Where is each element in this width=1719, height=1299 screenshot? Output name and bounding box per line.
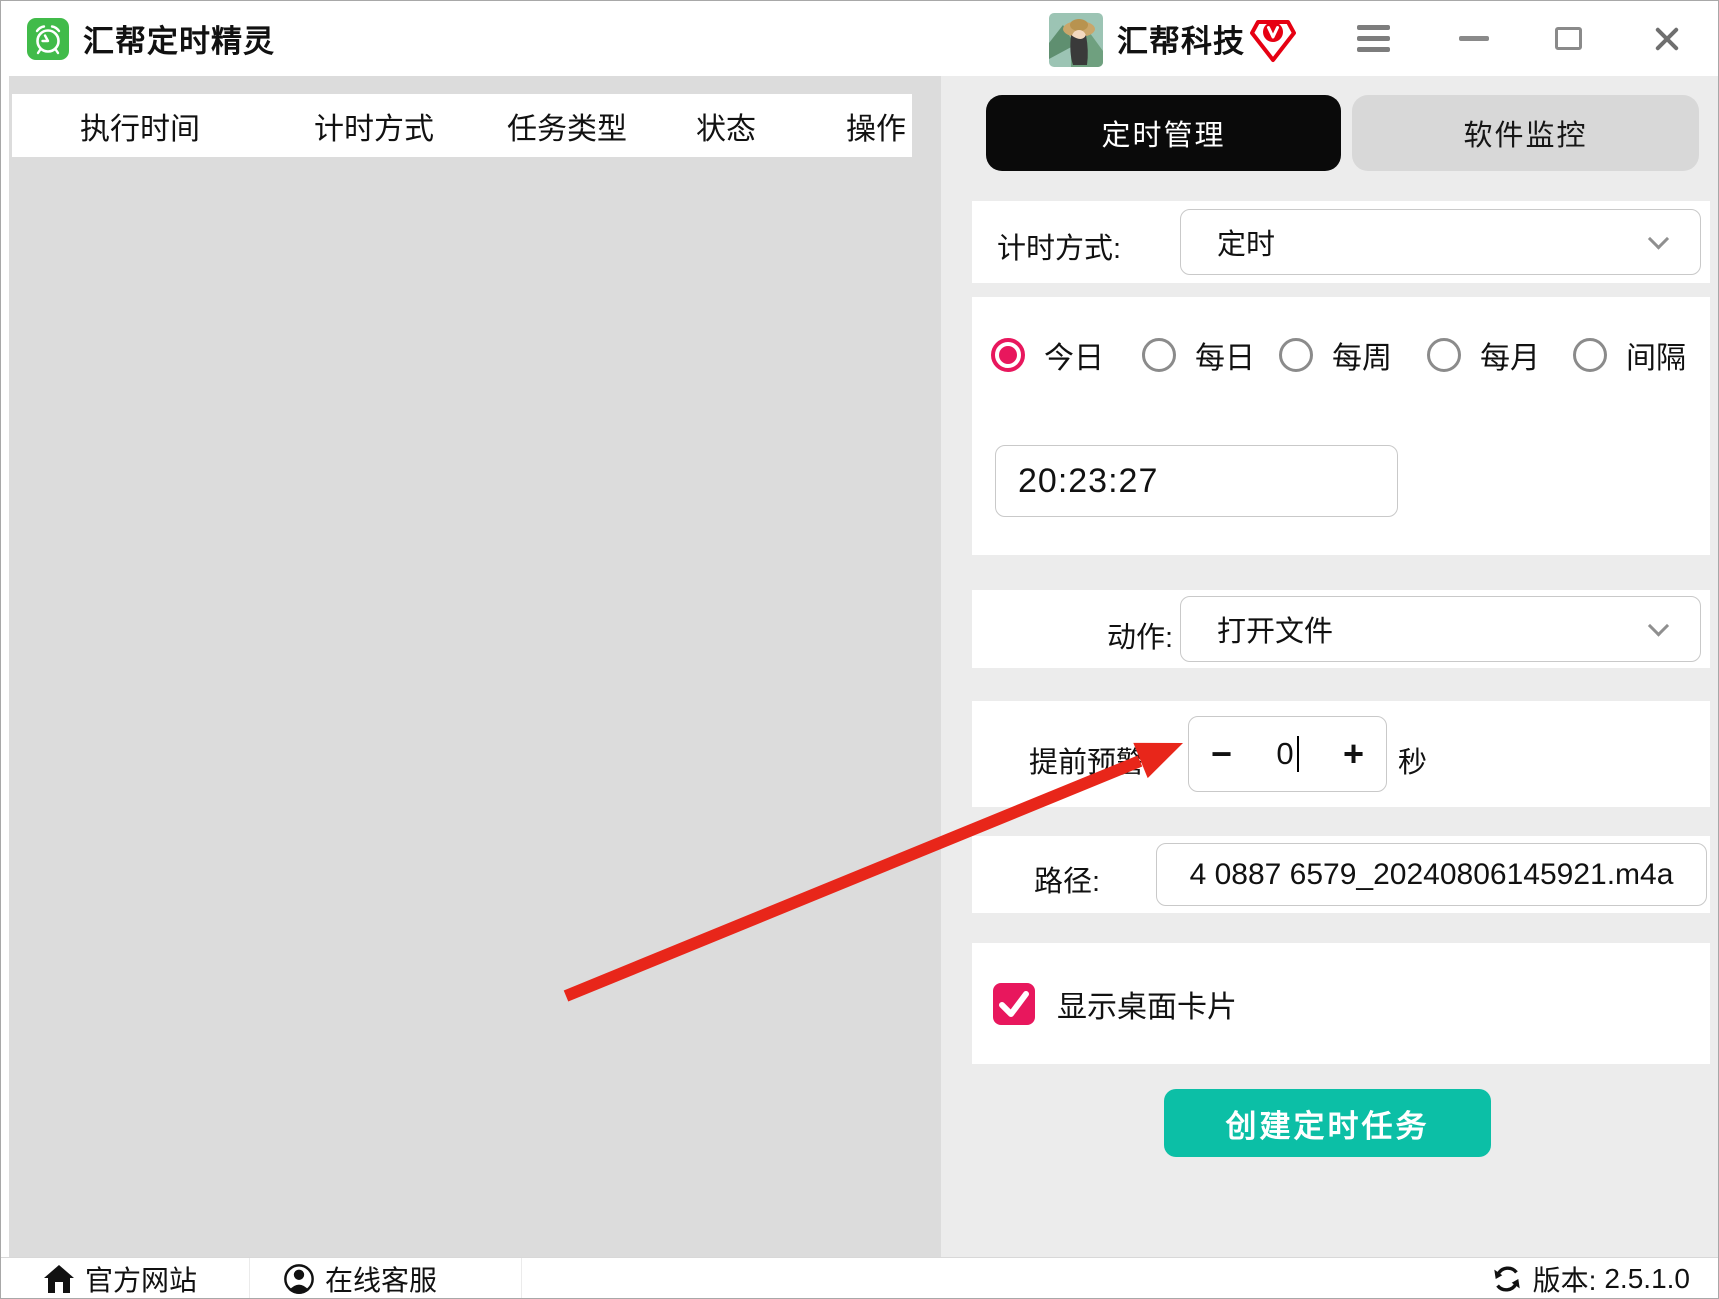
radio-option-interval[interactable]: 间隔 bbox=[1573, 325, 1686, 385]
tab-software-monitor[interactable]: 软件监控 bbox=[1352, 95, 1699, 171]
action-label: 动作: bbox=[1107, 622, 1174, 654]
radio-icon bbox=[1427, 338, 1461, 372]
timing-mode-value: 定时 bbox=[1217, 229, 1276, 261]
home-icon bbox=[44, 1265, 74, 1293]
radio-option-weekly[interactable]: 每周 bbox=[1279, 325, 1392, 385]
time-value: 20:23:27 bbox=[1018, 461, 1159, 500]
column-header-exec-time: 执行时间 bbox=[80, 112, 200, 146]
path-input[interactable]: 4 0887 6579_20240806145921.m4a bbox=[1156, 843, 1707, 906]
maximize-button[interactable] bbox=[1538, 1, 1598, 76]
tab-timer-management[interactable]: 定时管理 bbox=[986, 95, 1341, 171]
desktop-card-label: 显示桌面卡片 bbox=[1057, 990, 1237, 1024]
radio-option-daily[interactable]: 每日 bbox=[1142, 325, 1255, 385]
create-task-button[interactable]: 创建定时任务 bbox=[1164, 1089, 1491, 1157]
timing-mode-label: 计时方式: bbox=[997, 233, 1122, 265]
column-header-status: 状态 bbox=[696, 112, 756, 146]
close-button[interactable] bbox=[1637, 1, 1697, 76]
seconds-unit-label: 秒 bbox=[1398, 747, 1428, 779]
radio-option-today[interactable]: 今日 bbox=[991, 325, 1104, 385]
task-table-panel: 执行时间 计时方式 任务类型 状态 操作 bbox=[9, 76, 941, 1257]
chevron-down-icon bbox=[1647, 615, 1670, 637]
path-card: 路径: 4 0887 6579_20240806145921.m4a bbox=[972, 836, 1710, 913]
chevron-down-icon bbox=[1647, 228, 1670, 250]
online-support-link[interactable]: 在线客服 bbox=[283, 1258, 437, 1298]
path-label: 路径: bbox=[1034, 866, 1101, 898]
timing-mode-card: 计时方式: 定时 bbox=[972, 201, 1710, 283]
checkmark-icon bbox=[999, 991, 1029, 1017]
app-title: 汇帮定时精灵 bbox=[83, 24, 275, 59]
path-value: 4 0887 6579_20240806145921.m4a bbox=[1189, 857, 1674, 891]
schedule-card: 今日 每日 每周 每月 间隔 20:23:27 bbox=[972, 297, 1710, 555]
person-icon bbox=[284, 1264, 314, 1295]
radio-icon bbox=[1573, 338, 1607, 372]
radio-option-monthly[interactable]: 每月 bbox=[1427, 325, 1540, 385]
version-number: 2.5.1.0 bbox=[1604, 1263, 1690, 1294]
menu-button[interactable] bbox=[1343, 1, 1403, 76]
alarm-clock-icon bbox=[27, 18, 69, 60]
desktop-card-row: 显示桌面卡片 bbox=[972, 943, 1710, 1064]
minimize-button[interactable] bbox=[1444, 1, 1504, 76]
title-bar: 汇帮定时精灵 汇帮科技 bbox=[1, 1, 1718, 76]
action-select[interactable]: 打开文件 bbox=[1180, 596, 1701, 662]
early-warning-stepper: − 0 + bbox=[1188, 716, 1387, 792]
desktop-card-checkbox[interactable] bbox=[993, 983, 1035, 1025]
text-caret bbox=[1296, 736, 1299, 772]
radio-icon bbox=[991, 338, 1025, 372]
official-website-link[interactable]: 官方网站 bbox=[43, 1258, 197, 1298]
divider bbox=[249, 1258, 250, 1298]
vip-badge-icon bbox=[1249, 17, 1297, 63]
early-warning-value-field[interactable]: 0 bbox=[1276, 736, 1299, 772]
settings-panel: 定时管理 软件监控 计时方式: 定时 今日 每日 每周 每月 间隔 20:23:… bbox=[941, 76, 1718, 1257]
brand-name: 汇帮科技 bbox=[1117, 24, 1245, 59]
action-card: 动作: 打开文件 bbox=[972, 590, 1710, 668]
avatar[interactable] bbox=[1049, 13, 1103, 67]
radio-icon bbox=[1279, 338, 1313, 372]
action-value: 打开文件 bbox=[1217, 616, 1334, 648]
decrement-button[interactable]: − bbox=[1211, 736, 1232, 772]
status-bar: 官方网站 在线客服 版本: 2.5.1.0 bbox=[1, 1257, 1718, 1298]
version-info: 版本: 2.5.1.0 bbox=[1491, 1258, 1690, 1298]
app-window: 汇帮定时精灵 汇帮科技 执行时间 计时方式 任务类型 状态 操作 定时管理 软件… bbox=[0, 0, 1719, 1299]
early-warning-label: 提前预警: bbox=[1029, 747, 1154, 779]
column-header-actions: 操作 bbox=[846, 112, 906, 146]
divider bbox=[521, 1258, 522, 1298]
schedule-options: 今日 每日 每周 每月 间隔 bbox=[972, 325, 1710, 385]
version-label: 版本: bbox=[1532, 1265, 1597, 1296]
radio-icon bbox=[1142, 338, 1176, 372]
early-warning-card: 提前预警: − 0 + 秒 bbox=[972, 701, 1710, 807]
increment-button[interactable]: + bbox=[1343, 736, 1364, 772]
column-header-timing: 计时方式 bbox=[314, 112, 434, 146]
time-input[interactable]: 20:23:27 bbox=[995, 445, 1398, 517]
timing-mode-select[interactable]: 定时 bbox=[1180, 209, 1701, 275]
column-header-task-type: 任务类型 bbox=[507, 112, 627, 146]
refresh-icon bbox=[1493, 1266, 1520, 1292]
task-table-header: 执行时间 计时方式 任务类型 状态 操作 bbox=[12, 94, 912, 157]
